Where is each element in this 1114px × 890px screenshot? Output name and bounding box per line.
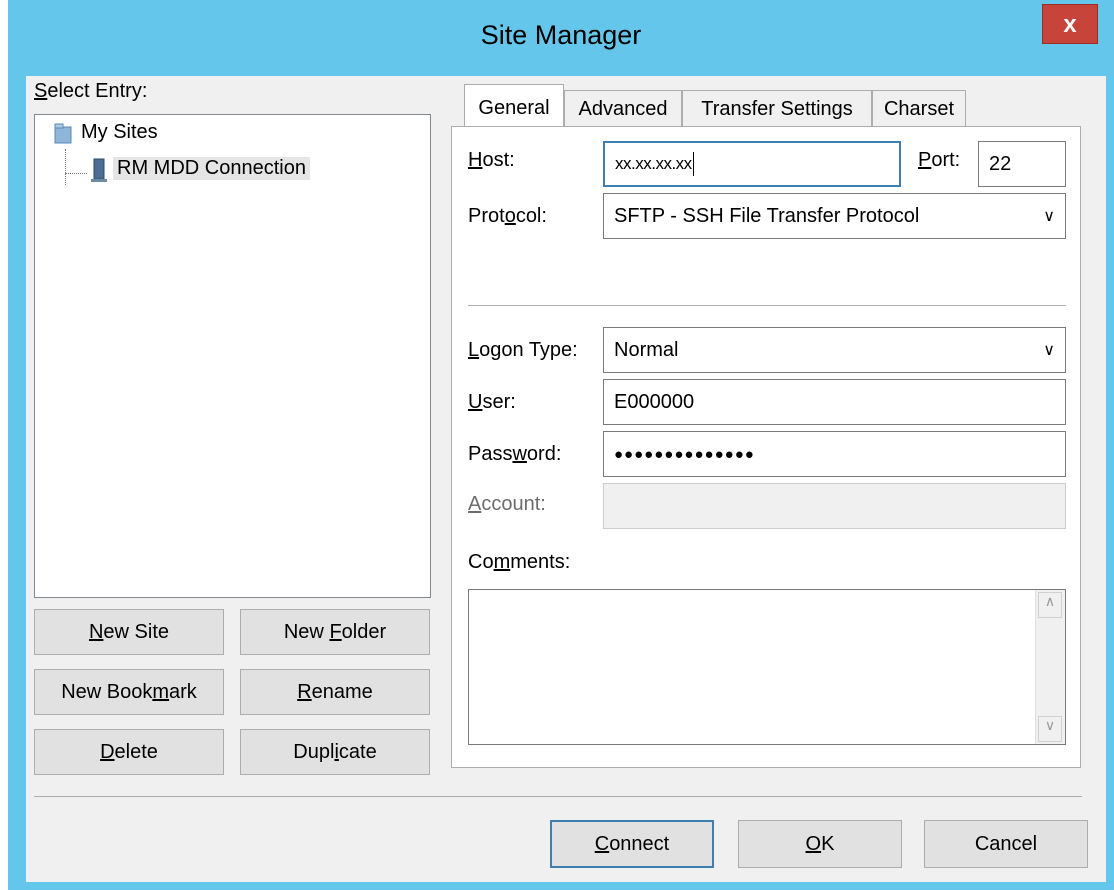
chevron-down-icon: ∨ [1043, 208, 1055, 225]
connect-button[interactable]: Connect [550, 820, 714, 868]
port-label: Port: [918, 149, 961, 171]
duplicate-button[interactable]: Dupl i cate [240, 729, 430, 775]
scroll-down-icon[interactable]: ∨ [1038, 716, 1062, 742]
tree-line [65, 149, 66, 185]
server-icon [89, 157, 109, 185]
protocol-label: Protocol: [468, 205, 547, 227]
scroll-up-icon[interactable]: ∧ [1038, 592, 1062, 618]
port-input[interactable]: 22 [978, 141, 1066, 187]
tab-advanced[interactable]: Advanced [564, 90, 682, 128]
window-title: Site Manager [480, 20, 642, 50]
password-label: Password: [468, 443, 562, 465]
host-value: xx.xx.xx.xx [615, 154, 692, 173]
logon-type-value: Normal [614, 338, 679, 361]
account-input [603, 483, 1066, 529]
new-bookmark-button[interactable]: New Book m ark [34, 669, 224, 715]
delete-button[interactable]: Delete [34, 729, 224, 775]
divider [468, 305, 1066, 306]
close-button[interactable]: x [1042, 4, 1098, 44]
host-label: Host: [468, 149, 515, 171]
tab-charset[interactable]: Charset [872, 90, 966, 128]
site-tree[interactable]: My Sites RM MDD Connection [34, 114, 431, 598]
cancel-button[interactable]: Cancel [924, 820, 1088, 868]
tab-transfer-settings[interactable]: Transfer Settings [682, 90, 872, 128]
user-label: User: [468, 391, 516, 413]
comments-scrollbar[interactable]: ∧ ∨ [1035, 590, 1065, 744]
rename-button[interactable]: Rename [240, 669, 430, 715]
new-site-button[interactable]: New Site [34, 609, 224, 655]
comments-label: Comments: [468, 551, 571, 573]
protocol-select[interactable]: SFTP - SSH File Transfer Protocol ∨ [603, 193, 1066, 239]
new-folder-button[interactable]: New Folder [240, 609, 430, 655]
general-panel: Host: xx.xx.xx.xx Port: 22 Protocol: SFT… [451, 126, 1081, 768]
tab-general[interactable]: General [464, 84, 564, 132]
title-bar[interactable]: Site Manager x [8, 0, 1114, 76]
site-manager-window: Site Manager x Select Entry: My Sites RM… [8, 0, 1114, 890]
select-entry-label: Select Entry: [34, 80, 148, 102]
tree-line [65, 173, 87, 174]
comments-textarea[interactable]: ∧ ∨ [468, 589, 1066, 745]
host-input[interactable]: xx.xx.xx.xx [603, 141, 901, 187]
protocol-value: SFTP - SSH File Transfer Protocol [614, 204, 920, 227]
ok-button[interactable]: OK [738, 820, 902, 868]
folder-icon [53, 121, 73, 145]
dialog-body: Select Entry: My Sites RM MDD Connection [26, 76, 1106, 882]
password-input[interactable]: ●●●●●●●●●●●●●● [603, 431, 1066, 477]
tree-item-site[interactable]: RM MDD Connection [113, 157, 310, 180]
user-input[interactable]: E000000 [603, 379, 1066, 425]
tree-item-my-sites[interactable]: My Sites [81, 121, 158, 144]
logon-type-select[interactable]: Normal ∨ [603, 327, 1066, 373]
chevron-down-icon: ∨ [1043, 342, 1055, 359]
logon-type-label: Logon Type: [468, 339, 578, 361]
footer-divider [34, 796, 1082, 797]
account-label: Account: [468, 493, 546, 515]
